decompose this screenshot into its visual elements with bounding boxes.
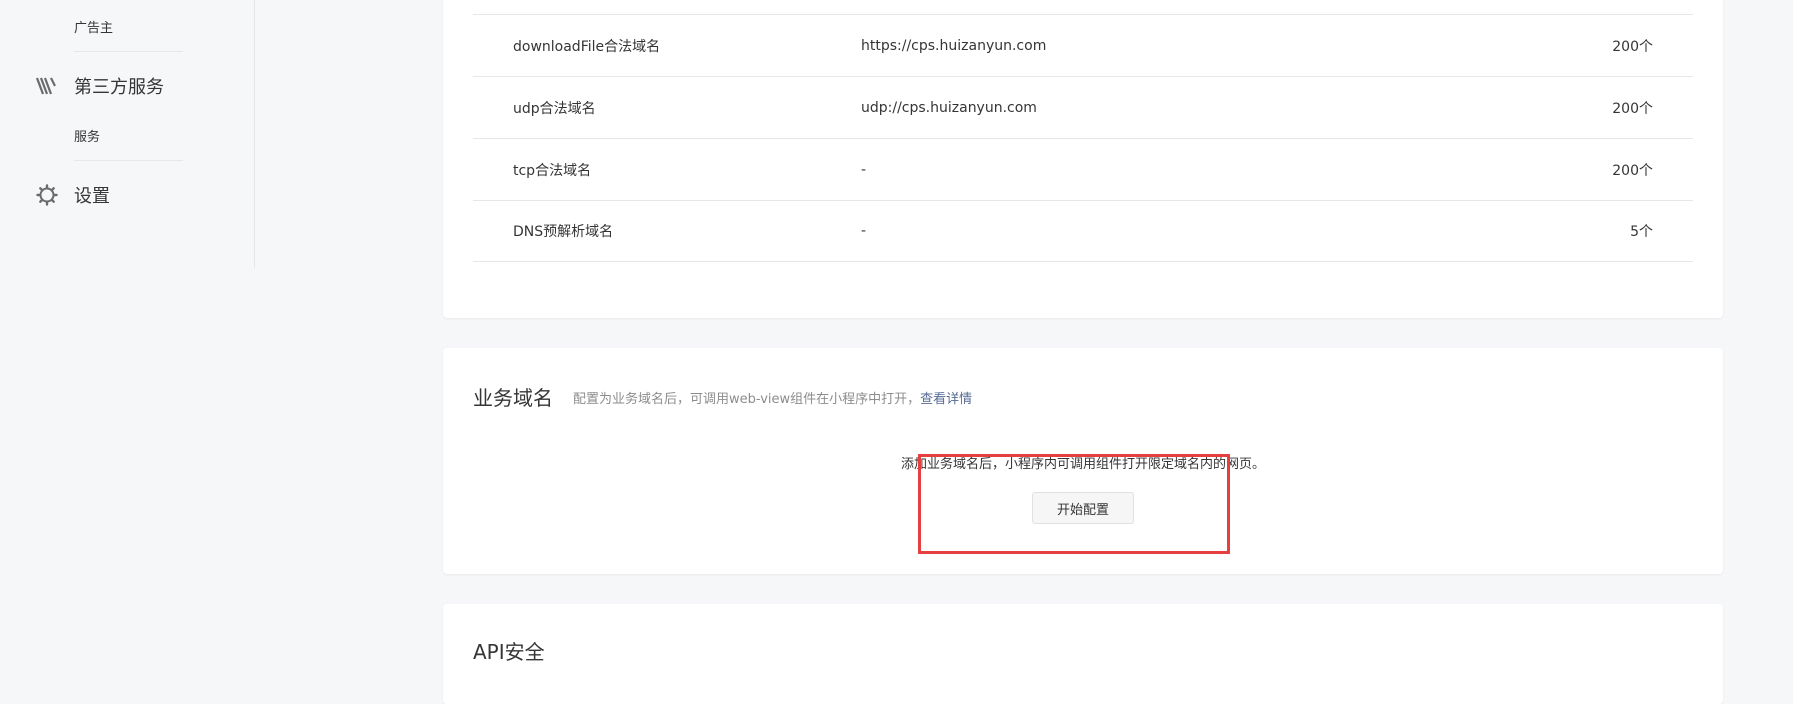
sidebar-group-title: 设置: [74, 186, 110, 207]
domain-type: udp合法域名: [513, 100, 596, 117]
domain-value: -: [861, 161, 867, 178]
sidebar-item-advertiser[interactable]: 广告主: [74, 17, 113, 36]
business-domain-card: 业务域名 配置为业务域名后，可调用web-view组件在小程序中打开，查看详情 …: [443, 348, 1723, 574]
domain-type: tcp合法域名: [513, 162, 592, 179]
view-details-link[interactable]: 查看详情: [920, 392, 972, 407]
sidebar-group-settings[interactable]: 设置: [36, 182, 110, 208]
third-party-icon: [36, 75, 58, 97]
sidebar: 广告主 第三方服务 服务 设置: [0, 0, 255, 268]
domain-limit: 200个: [1612, 38, 1653, 55]
domain-type: DNS预解析域名: [513, 224, 614, 240]
sidebar-divider: [74, 51, 183, 52]
domain-type: downloadFile合法域名: [513, 38, 661, 55]
business-domain-description: 配置为业务域名后，可调用web-view组件在小程序中打开，查看详情: [573, 388, 972, 407]
description-text: 配置为业务域名后，可调用web-view组件在小程序中打开，: [573, 392, 921, 407]
sidebar-group-third-party[interactable]: 第三方服务: [36, 73, 164, 99]
server-domain-card: downloadFile合法域名 https://cps.huizanyun.c…: [443, 0, 1723, 318]
table-row: tcp合法域名 - 200个: [473, 138, 1693, 200]
table-row: DNS预解析域名 - 5个: [473, 200, 1693, 262]
start-config-button[interactable]: 开始配置: [1032, 492, 1134, 524]
domain-limit: 200个: [1612, 162, 1653, 179]
table-row: udp合法域名 udp://cps.huizanyun.com 200个: [473, 76, 1693, 138]
business-domain-tip: 添加业务域名后，小程序内可调用组件打开限定域名内的网页。: [900, 457, 1265, 472]
gear-icon: [36, 184, 58, 206]
sidebar-divider: [74, 160, 183, 161]
business-domain-title: 业务域名: [473, 386, 553, 410]
api-security-title: API安全: [473, 640, 545, 664]
domain-limit: 200个: [1612, 100, 1653, 117]
sidebar-item-service[interactable]: 服务: [74, 126, 100, 145]
domain-value: udp://cps.huizanyun.com: [861, 99, 1037, 116]
api-security-card: API安全: [443, 604, 1723, 704]
table-row: downloadFile合法域名 https://cps.huizanyun.c…: [473, 14, 1693, 76]
domain-value: https://cps.huizanyun.com: [861, 37, 1047, 54]
domain-table: downloadFile合法域名 https://cps.huizanyun.c…: [473, 14, 1693, 262]
sidebar-group-title: 第三方服务: [74, 77, 164, 98]
domain-value: -: [861, 223, 867, 239]
domain-limit: 5个: [1630, 224, 1653, 240]
